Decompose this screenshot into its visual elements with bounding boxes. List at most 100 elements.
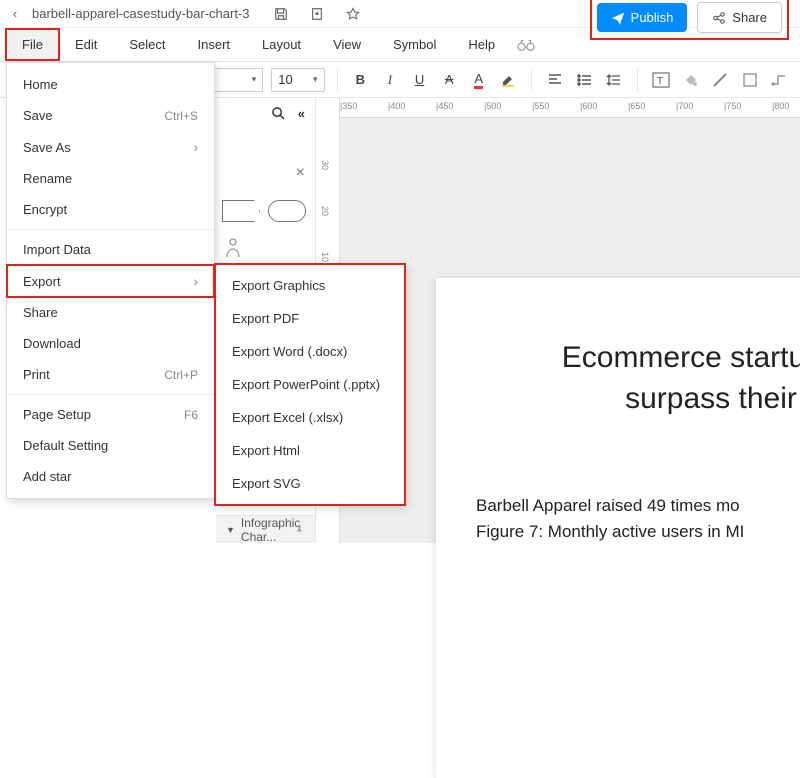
menu-download[interactable]: Download bbox=[7, 328, 214, 359]
underline-icon[interactable]: U bbox=[409, 69, 431, 91]
ruler-tick: |750 bbox=[724, 101, 741, 111]
ruler-tick: 10 bbox=[320, 252, 330, 262]
menu-default-setting[interactable]: Default Setting bbox=[7, 430, 214, 461]
menu-import-data[interactable]: Import Data bbox=[7, 234, 214, 265]
body-line-1: Barbell Apparel raised 49 times mo bbox=[476, 493, 800, 519]
separator bbox=[337, 69, 338, 91]
menu-print[interactable]: Print Ctrl+P bbox=[7, 359, 214, 390]
body-line-2: Figure 7: Monthly active users in MI bbox=[476, 519, 800, 545]
star-icon[interactable] bbox=[346, 7, 360, 21]
menu-export[interactable]: Export bbox=[7, 265, 214, 297]
menu-encrypt[interactable]: Encrypt bbox=[7, 194, 214, 225]
menu-label: Share bbox=[23, 305, 58, 320]
export-excel[interactable]: Export Excel (.xlsx) bbox=[216, 401, 404, 434]
font-size-select[interactable]: 10 ▾ bbox=[271, 68, 324, 92]
connector-icon[interactable] bbox=[768, 69, 790, 91]
export-powerpoint[interactable]: Export PowerPoint (.pptx) bbox=[216, 368, 404, 401]
chevron-down-icon: ▾ bbox=[252, 74, 257, 85]
ruler-tick: |400 bbox=[388, 101, 405, 111]
separator bbox=[531, 69, 532, 91]
shortcut: Ctrl+P bbox=[164, 368, 198, 382]
menu-save[interactable]: SaveCtrl+S bbox=[7, 100, 214, 131]
share-label: Share bbox=[732, 10, 767, 25]
back-button[interactable]: ‹ bbox=[8, 6, 22, 21]
ruler-tick: |700 bbox=[676, 101, 693, 111]
panel-close-icon[interactable]: × bbox=[296, 164, 305, 182]
ruler-tick: |550 bbox=[532, 101, 549, 111]
menu-label: Import Data bbox=[23, 242, 91, 257]
ruler-tick: |350 bbox=[340, 101, 357, 111]
menu-select[interactable]: Select bbox=[113, 29, 181, 60]
title-line-1: Ecommerce startup Barbe bbox=[562, 341, 800, 374]
menu-edit[interactable]: Edit bbox=[59, 29, 113, 60]
menu-label: Add star bbox=[23, 469, 71, 484]
fill-color-icon[interactable] bbox=[680, 69, 702, 91]
menu-home[interactable]: Home bbox=[7, 69, 214, 100]
svg-text:T: T bbox=[657, 76, 663, 87]
binoculars-icon[interactable] bbox=[517, 38, 535, 52]
export-word[interactable]: Export Word (.docx) bbox=[216, 335, 404, 368]
menu-file[interactable]: File bbox=[6, 29, 59, 60]
export-graphics[interactable]: Export Graphics bbox=[216, 269, 404, 302]
shape-pill[interactable] bbox=[268, 200, 306, 222]
line-spacing-icon[interactable] bbox=[603, 69, 625, 91]
menu-label: Default Setting bbox=[23, 438, 108, 453]
menu-label: Save As bbox=[23, 140, 71, 155]
chevron-down-icon: ▾ bbox=[313, 74, 318, 85]
panel-collapse-icon[interactable]: « bbox=[298, 106, 305, 121]
accordion-infographic[interactable]: ▼ Infographic Char... bbox=[216, 515, 315, 543]
menu-add-star[interactable]: Add star bbox=[7, 461, 214, 492]
font-size-value: 10 bbox=[278, 72, 292, 87]
page-title: Ecommerce startup Barbe surpass their Ki… bbox=[476, 338, 800, 419]
menu-label: Print bbox=[23, 367, 50, 382]
menu-label: Page Setup bbox=[23, 407, 91, 422]
line-tool-icon[interactable] bbox=[709, 69, 731, 91]
ruler-tick: |800 bbox=[772, 101, 789, 111]
menu-divider bbox=[7, 229, 214, 230]
shortcut: F6 bbox=[184, 408, 198, 422]
italic-icon[interactable]: I bbox=[379, 69, 401, 91]
menu-save-as[interactable]: Save As bbox=[7, 131, 214, 163]
pin-icon[interactable] bbox=[294, 524, 305, 535]
menu-symbol[interactable]: Symbol bbox=[377, 29, 452, 60]
save-icon[interactable] bbox=[274, 7, 288, 21]
export-quick-icon[interactable] bbox=[310, 7, 324, 21]
export-pdf[interactable]: Export PDF bbox=[216, 302, 404, 335]
shape-flag[interactable] bbox=[222, 200, 260, 222]
ruler-tick: |500 bbox=[484, 101, 501, 111]
menu-help[interactable]: Help bbox=[452, 29, 511, 60]
font-color-icon[interactable]: A bbox=[468, 69, 490, 91]
ruler-tick: |450 bbox=[436, 101, 453, 111]
share-nodes-icon bbox=[712, 11, 726, 25]
strikethrough-icon[interactable]: A bbox=[438, 69, 460, 91]
menu-page-setup[interactable]: Page Setup F6 bbox=[7, 399, 214, 430]
shape-person-icon[interactable] bbox=[224, 238, 242, 258]
menu-label: Home bbox=[23, 77, 58, 92]
ruler-tick: |650 bbox=[628, 101, 645, 111]
export-submenu: Export Graphics Export PDF Export Word (… bbox=[215, 264, 405, 505]
export-svg[interactable]: Export SVG bbox=[216, 467, 404, 500]
menu-rename[interactable]: Rename bbox=[7, 163, 214, 194]
menu-divider bbox=[7, 394, 214, 395]
panel-search-icon[interactable] bbox=[271, 106, 286, 121]
document-page[interactable]: Ecommerce startup Barbe surpass their Ki… bbox=[436, 278, 800, 778]
align-icon[interactable] bbox=[544, 69, 566, 91]
menu-label: Encrypt bbox=[23, 202, 67, 217]
menu-label: Download bbox=[23, 336, 81, 351]
document-filename: barbell-apparel-casestudy-bar-chart-3 bbox=[32, 6, 250, 21]
shape-outline-icon[interactable] bbox=[739, 69, 761, 91]
bold-icon[interactable]: B bbox=[350, 69, 372, 91]
highlight-color-icon[interactable] bbox=[498, 69, 520, 91]
file-menu-dropdown: Home SaveCtrl+S Save As Rename Encrypt I… bbox=[6, 62, 215, 499]
menu-insert[interactable]: Insert bbox=[182, 29, 247, 60]
list-icon[interactable] bbox=[574, 69, 596, 91]
paper-plane-icon bbox=[611, 11, 625, 25]
page-body: Barbell Apparel raised 49 times mo Figur… bbox=[476, 493, 800, 544]
export-html[interactable]: Export Html bbox=[216, 434, 404, 467]
menu-view[interactable]: View bbox=[317, 29, 377, 60]
publish-label: Publish bbox=[631, 10, 674, 25]
menu-share[interactable]: Share bbox=[7, 297, 214, 328]
menu-layout[interactable]: Layout bbox=[246, 29, 317, 60]
shortcut: Ctrl+S bbox=[164, 109, 198, 123]
text-box-icon[interactable]: T bbox=[650, 69, 672, 91]
